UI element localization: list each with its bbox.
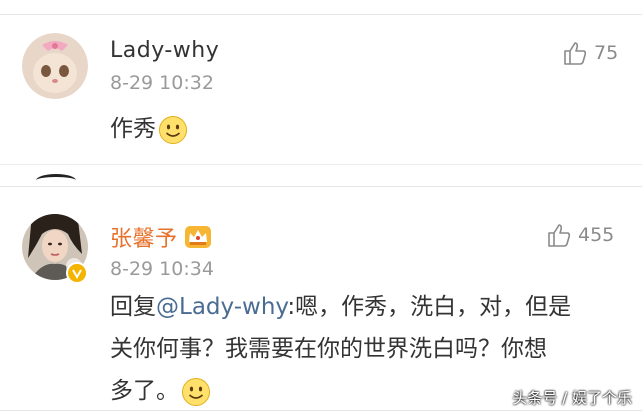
like-button[interactable]: 75 [562, 40, 618, 66]
timestamp: 8-29 10:34 [110, 258, 214, 280]
like-count: 455 [578, 224, 615, 246]
comment-line-3-text: 多了。 [110, 378, 179, 404]
comment-line-2: 关你何事？我需要在你的世界洗白吗？你想 [110, 336, 547, 362]
comment-line-1: 回复@Lady-why:嗯，作秀，洗白，对，但是 [110, 286, 630, 328]
thumbs-up-icon [548, 224, 571, 247]
section-divider-top [0, 164, 642, 165]
like-button[interactable]: 455 [546, 222, 614, 248]
username-text: 张馨予 [110, 227, 178, 252]
bottom-divider [0, 410, 642, 411]
avatar[interactable] [22, 33, 88, 99]
verified-badge-icon [66, 262, 88, 284]
comment-text: 作秀 [110, 108, 188, 150]
comment-text-body: 作秀 [110, 116, 156, 142]
comment-line-1-text: :嗯，作秀，洗白，对，但是 [287, 294, 572, 320]
cat-face-avatar [22, 33, 88, 99]
crown-vip-icon [184, 226, 211, 248]
section-divider-bottom [0, 186, 642, 187]
like-count: 75 [594, 42, 619, 64]
smiley-face-emoji [182, 377, 210, 406]
username[interactable]: Lady-why [110, 38, 219, 63]
timestamp: 8-29 10:32 [110, 72, 214, 94]
top-divider [0, 14, 642, 15]
thumbs-up-icon [564, 42, 587, 65]
mention-link[interactable]: @Lady-why [156, 294, 287, 320]
reply-prefix: 回复 [110, 294, 156, 320]
username[interactable]: 张馨予 [110, 221, 212, 253]
watermark: 头条号 / 娱了个乐 [512, 389, 632, 407]
smiley-face-emoji [159, 115, 187, 144]
